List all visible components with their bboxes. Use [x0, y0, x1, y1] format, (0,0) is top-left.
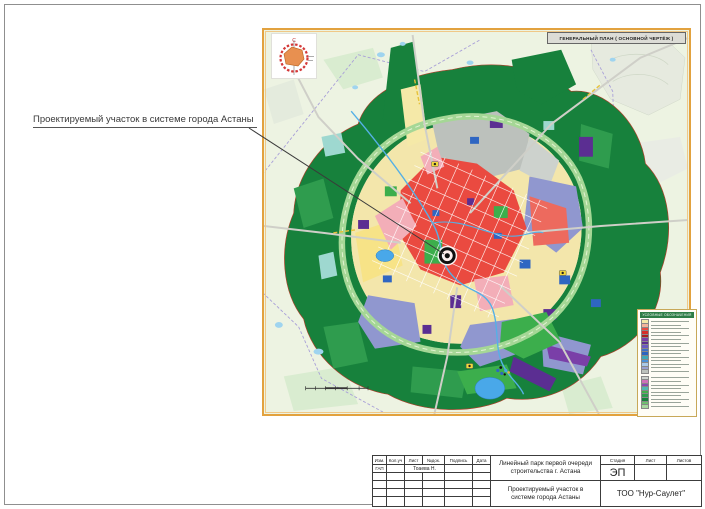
legend-label-line: [651, 339, 681, 340]
legend-group-2: [640, 376, 694, 408]
legend-label-line: [651, 399, 689, 400]
legend-swatch: [641, 369, 649, 374]
tb-subtitle: Проектируемый участок в системе города А…: [491, 481, 601, 506]
legend-label-line: [651, 346, 681, 347]
tb-sheet-label: Лист: [635, 456, 667, 465]
tb-col-izm: Изм.: [373, 456, 387, 465]
tb-project-name: Линейный парк первой очереди строительст…: [491, 456, 601, 481]
tb-stage-label: Стадия: [601, 456, 635, 465]
master-plan-panel: ГЕНЕРАЛЬНЫЙ ПЛАН ( ОСНОВНОЙ ЧЕРТЁЖ ) С У…: [262, 28, 691, 416]
legend-label-line: [651, 395, 681, 396]
city-master-plan-map: [264, 30, 689, 414]
legend-swatch: [641, 404, 649, 409]
legend-label-line: [651, 343, 689, 344]
drawing-sheet: Проектируемый участок в системе города А…: [0, 0, 705, 509]
legend-label-line: [651, 367, 681, 368]
legend-group-1: [640, 320, 694, 373]
title-block: Изм. Кол.уч Лист №док. Подпись Дата ГАП …: [372, 455, 702, 507]
annotation-label: Проектируемый участок в системе города А…: [33, 114, 257, 128]
legend-label-line: [651, 381, 681, 382]
plan-title-bar: ГЕНЕРАЛЬНЫЙ ПЛАН ( ОСНОВНОЙ ЧЕРТЁЖ ): [547, 32, 686, 44]
legend-item: [640, 405, 694, 409]
legend-label-line: [651, 364, 689, 365]
legend-label-line: [651, 377, 689, 378]
legend-label-line: [651, 321, 689, 322]
legend-label-line: [651, 360, 681, 361]
legend-label-line: [651, 325, 681, 326]
legend-label-line: [651, 328, 689, 329]
tb-col-ndok: №док.: [423, 456, 445, 465]
north-letter: С: [292, 38, 296, 44]
tb-role-gap: ГАП: [373, 465, 387, 473]
tb-company: ТОО "Нур-Саулет": [601, 481, 701, 506]
legend-label-line: [651, 388, 681, 389]
legend-label-line: [651, 357, 689, 358]
legend-label-line: [651, 350, 689, 351]
tb-name: Тоаева Н.: [405, 465, 445, 473]
tb-sheets-label: Листов: [667, 456, 701, 465]
legend-label-line: [651, 353, 681, 354]
tb-col-data: Дата: [473, 456, 491, 465]
legend-label-line: [651, 371, 689, 372]
legend-label-line: [651, 335, 689, 336]
legend-label-line: [651, 332, 681, 333]
legend-label-line: [651, 402, 681, 403]
tb-col-podpis: Подпись: [445, 456, 473, 465]
site-locator-stamp: С: [271, 33, 317, 79]
legend-label-line: [651, 406, 689, 407]
legend-label-line: [651, 385, 689, 386]
map-legend: УСЛОВНЫЕ ОБОЗНАЧЕНИЯ: [637, 309, 697, 417]
tb-col-koluch: Кол.уч: [387, 456, 405, 465]
compass-site-icon: С: [272, 34, 316, 78]
tb-col-list: Лист: [405, 456, 423, 465]
legend-title: УСЛОВНЫЕ ОБОЗНАЧЕНИЯ: [640, 312, 694, 318]
tb-stage-value: ЭП: [601, 465, 635, 481]
legend-label-line: [651, 392, 689, 393]
